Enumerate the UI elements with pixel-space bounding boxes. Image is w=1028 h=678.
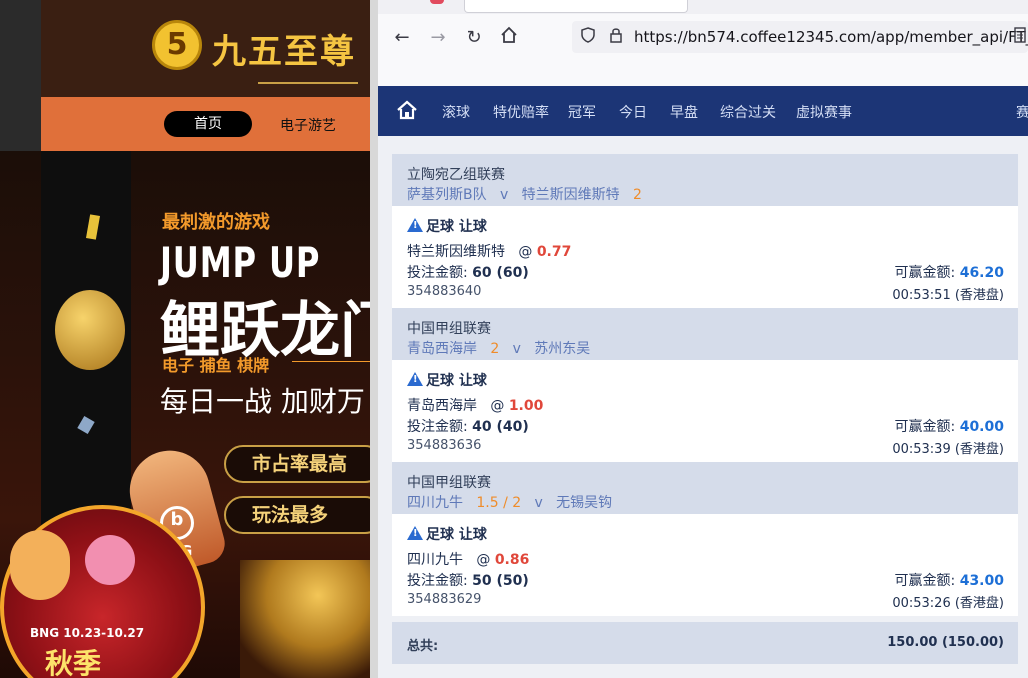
league-header: 中国甲组联赛 四川九牛 1.5 / 2 v 无锡吴钩 xyxy=(392,462,1018,514)
tab-strip xyxy=(378,0,1028,14)
odds-value: 1.00 xyxy=(508,398,544,414)
address-bar[interactable]: https://bn574.coffee12345.com/app/member… xyxy=(572,21,1028,53)
vs-label: v xyxy=(512,341,521,357)
reload-icon[interactable]: ↻ xyxy=(462,26,486,50)
bet-card: 足球 让球 特兰斯因维斯特 @ 0.77 投注金额: 60 (60) 35488… xyxy=(392,206,1018,308)
potential-win: 可赢金额: 46.20 xyxy=(894,265,1004,281)
reader-view-icon[interactable] xyxy=(1010,27,1028,47)
away-team: 无锡吴钩 xyxy=(556,495,613,511)
nav-virtual[interactable]: 虚拟赛事 xyxy=(796,102,852,122)
ticket-id: 354883636 xyxy=(407,438,482,453)
match-teams: 萨基列斯B队 v 特兰斯因维斯特 2 xyxy=(407,184,642,204)
league-name: 立陶宛乙组联赛 xyxy=(407,167,505,183)
nav-outright[interactable]: 冠军 xyxy=(568,102,596,122)
nav-early[interactable]: 早盘 xyxy=(670,102,698,122)
league-name: 中国甲组联赛 xyxy=(407,321,491,337)
gameplay-button[interactable]: 玩法最多 xyxy=(224,496,370,534)
nav-parlay[interactable]: 综合过关 xyxy=(720,102,776,122)
event-title: 秋季 xyxy=(45,647,102,678)
nav-in-play[interactable]: 滚球 xyxy=(442,102,470,122)
logo-ornament xyxy=(258,70,358,84)
vs-label: v xyxy=(499,187,509,203)
bet-type: 足球 让球 xyxy=(407,216,487,236)
bet-card: 足球 让球 青岛西海岸 @ 1.00 投注金额: 40 (40) 3548836… xyxy=(392,360,1018,462)
banner-categories: 电子 捕鱼 棋牌 xyxy=(162,356,270,375)
match-teams: 四川九牛 1.5 / 2 v 无锡吴钩 xyxy=(407,492,612,512)
bet-pick: 四川九牛 @ 0.86 xyxy=(407,552,530,568)
potential-win: 可赢金额: 40.00 xyxy=(894,419,1004,435)
league-name: 中国甲组联赛 xyxy=(407,475,491,491)
casino-logo-text[interactable]: 九五至尊 xyxy=(212,24,356,73)
league-header: 中国甲组联赛 青岛西海岸 2 v 苏州东吴 xyxy=(392,308,1018,360)
match-teams: 青岛西海岸 2 v 苏州东吴 xyxy=(407,338,590,358)
stake-amount: 投注金额: 60 (60) xyxy=(407,265,529,281)
stake-amount: 投注金额: 50 (50) xyxy=(407,573,529,589)
bet-time: 00:53:39 (香港盘) xyxy=(892,442,1004,457)
back-arrow-icon[interactable]: ← xyxy=(390,26,414,50)
url-text[interactable]: https://bn574.coffee12345.com/app/member… xyxy=(634,28,1028,46)
bet-card: 足球 让球 四川九牛 @ 0.86 投注金额: 50 (50) 35488362… xyxy=(392,514,1018,616)
window-divider xyxy=(370,0,378,678)
tab-indicator xyxy=(430,0,444,4)
bet-time: 00:53:51 (香港盘) xyxy=(892,288,1004,303)
warning-icon xyxy=(407,372,423,386)
bet-type: 足球 让球 xyxy=(407,524,487,544)
vs-label: v xyxy=(534,495,543,511)
bet-total: 总共: 150.00 (150.00) xyxy=(392,622,1018,664)
casino-logo-icon[interactable]: 5 xyxy=(152,20,202,70)
sportsbook-nav: 滚球 特优赔率 冠军 今日 早盘 综合过关 虚拟赛事 赛 xyxy=(378,86,1028,136)
banner-slogan: 每日一战 加财万 xyxy=(160,385,365,418)
odds-value: 0.77 xyxy=(536,244,572,260)
divider xyxy=(292,361,370,362)
bet-pick: 特兰斯因维斯特 @ 0.77 xyxy=(407,244,572,260)
league-header: 立陶宛乙组联赛 萨基列斯B队 v 特兰斯因维斯特 2 xyxy=(392,154,1018,206)
lock-icon[interactable] xyxy=(606,27,626,47)
potential-win: 可赢金额: 43.00 xyxy=(894,573,1004,589)
market-share-button[interactable]: 市占率最高 xyxy=(224,445,370,483)
coin-pile-icon xyxy=(240,560,370,678)
total-label: 总共: xyxy=(407,639,439,654)
pig-mascot-icon xyxy=(85,535,135,585)
bet-type: 足球 让球 xyxy=(407,370,487,390)
home-team: 四川九牛 xyxy=(407,495,463,511)
page-viewport: 滚球 特优赔率 冠军 今日 早盘 综合过关 虚拟赛事 赛 立陶宛乙组联赛 萨基列… xyxy=(378,86,1028,678)
nav-home-button[interactable]: 首页 xyxy=(164,111,252,137)
ticket-id: 354883640 xyxy=(407,284,482,299)
banner-tagline: 最刺激的游戏 xyxy=(162,212,270,233)
away-handicap: 2 xyxy=(632,187,642,203)
nav-special-odds[interactable]: 特优赔率 xyxy=(493,102,549,122)
casino-window: 5 九五至尊 首页 电子游艺 最刺激的游戏 JUMP UP 鲤跃龙门 电子 捕鱼… xyxy=(0,0,370,678)
nav-today[interactable]: 今日 xyxy=(619,102,647,122)
banner-title-en: JUMP UP xyxy=(160,238,321,287)
warning-icon xyxy=(407,218,423,232)
sportsbook-home-icon[interactable] xyxy=(396,99,418,121)
nav-more[interactable]: 赛 xyxy=(1016,102,1028,122)
home-team: 萨基列斯B队 xyxy=(407,187,487,203)
home-team: 青岛西海岸 xyxy=(407,341,477,357)
total-value: 150.00 (150.00) xyxy=(887,635,1004,650)
warning-icon xyxy=(407,526,423,540)
coin-icon xyxy=(55,290,125,370)
event-date: BNG 10.23-10.27 xyxy=(30,626,145,640)
home-icon[interactable] xyxy=(497,26,521,50)
away-team: 苏州东吴 xyxy=(534,341,591,357)
away-team: 特兰斯因维斯特 xyxy=(521,187,620,203)
bet-pick: 青岛西海岸 @ 1.00 xyxy=(407,398,544,414)
farmer-mascot-icon xyxy=(10,530,70,600)
odds-value: 0.86 xyxy=(494,552,530,568)
shield-icon[interactable] xyxy=(578,27,598,47)
bet-time: 00:53:26 (香港盘) xyxy=(892,596,1004,611)
active-tab[interactable] xyxy=(464,0,688,13)
forward-arrow-icon[interactable]: → xyxy=(426,26,450,50)
nav-games-link[interactable]: 电子游艺 xyxy=(280,115,336,135)
stake-amount: 投注金额: 40 (40) xyxy=(407,419,529,435)
home-handicap: 2 xyxy=(490,341,500,357)
browser-window: ← → ↻ https://bn574.coffee12345.com/app/… xyxy=(378,0,1028,678)
ticket-id: 354883629 xyxy=(407,592,482,607)
home-handicap: 1.5 / 2 xyxy=(476,495,522,511)
